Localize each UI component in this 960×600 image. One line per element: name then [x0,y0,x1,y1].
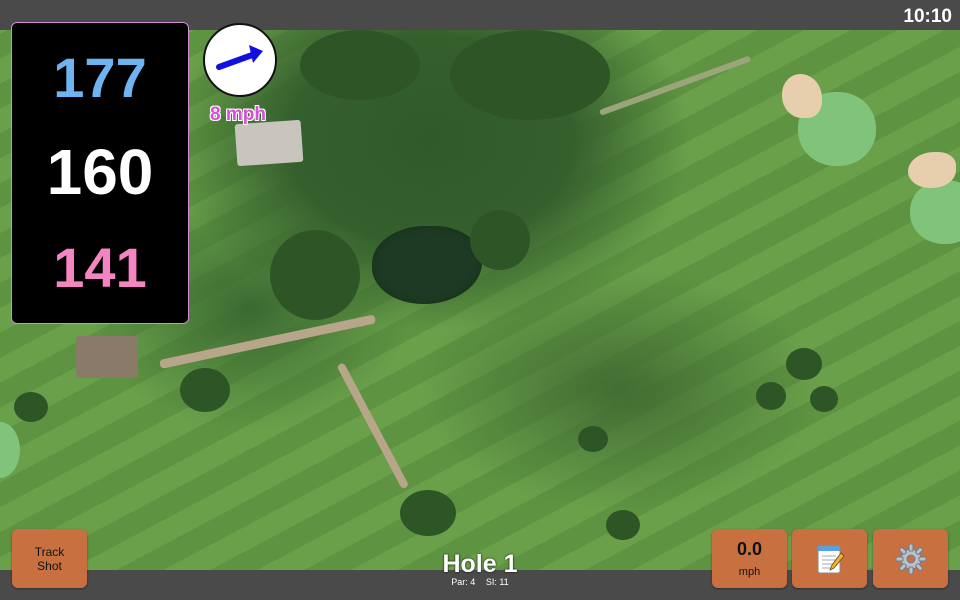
tree [450,30,610,120]
sand-bunker [908,152,956,188]
tree [400,490,456,536]
cart-path [336,362,410,490]
gear-icon [895,543,926,574]
wind-speed: 8 mph [210,104,266,125]
middle-distance: 160 [46,136,154,208]
hole-info: Par: 4 SI: 11 [380,577,580,587]
speed-value: 0.0 [736,539,763,559]
back-distance: 177 [53,46,147,109]
arrow-right-icon [216,45,263,70]
tree [810,386,838,412]
track-shot-button[interactable]: Track Shot [12,529,87,588]
track-shot-label-line1: Track [34,544,65,559]
notes-button[interactable] [792,529,867,588]
putting-green [910,180,960,244]
tree [606,510,640,540]
tree [300,30,420,100]
sand-bunker [782,74,822,118]
front-distance: 141 [53,236,147,299]
cart-path [598,55,752,116]
building [234,119,304,167]
tree [270,230,360,320]
track-shot-label-line2: Shot [37,558,62,573]
notepad-icon [817,545,845,573]
status-clock: 10:10 [903,6,952,27]
building [76,336,138,378]
tree [756,382,786,410]
putting-green [0,422,20,478]
hole-stroke-index: SI: 11 [485,577,509,587]
hole-title: Hole 1 [442,550,518,578]
distance-panel: 177 160 141 [11,22,189,324]
tree [578,426,608,452]
cart-path [159,314,377,369]
speed-button[interactable]: 0.0 mph [712,529,787,588]
wind-indicator [203,23,277,97]
tree [786,348,822,380]
hole-par: Par: 4 [451,577,476,587]
speed-unit: mph [738,566,761,578]
tree [180,368,230,412]
tree [470,210,530,270]
pond [372,226,482,304]
settings-button[interactable] [873,529,948,588]
tree [14,392,48,422]
